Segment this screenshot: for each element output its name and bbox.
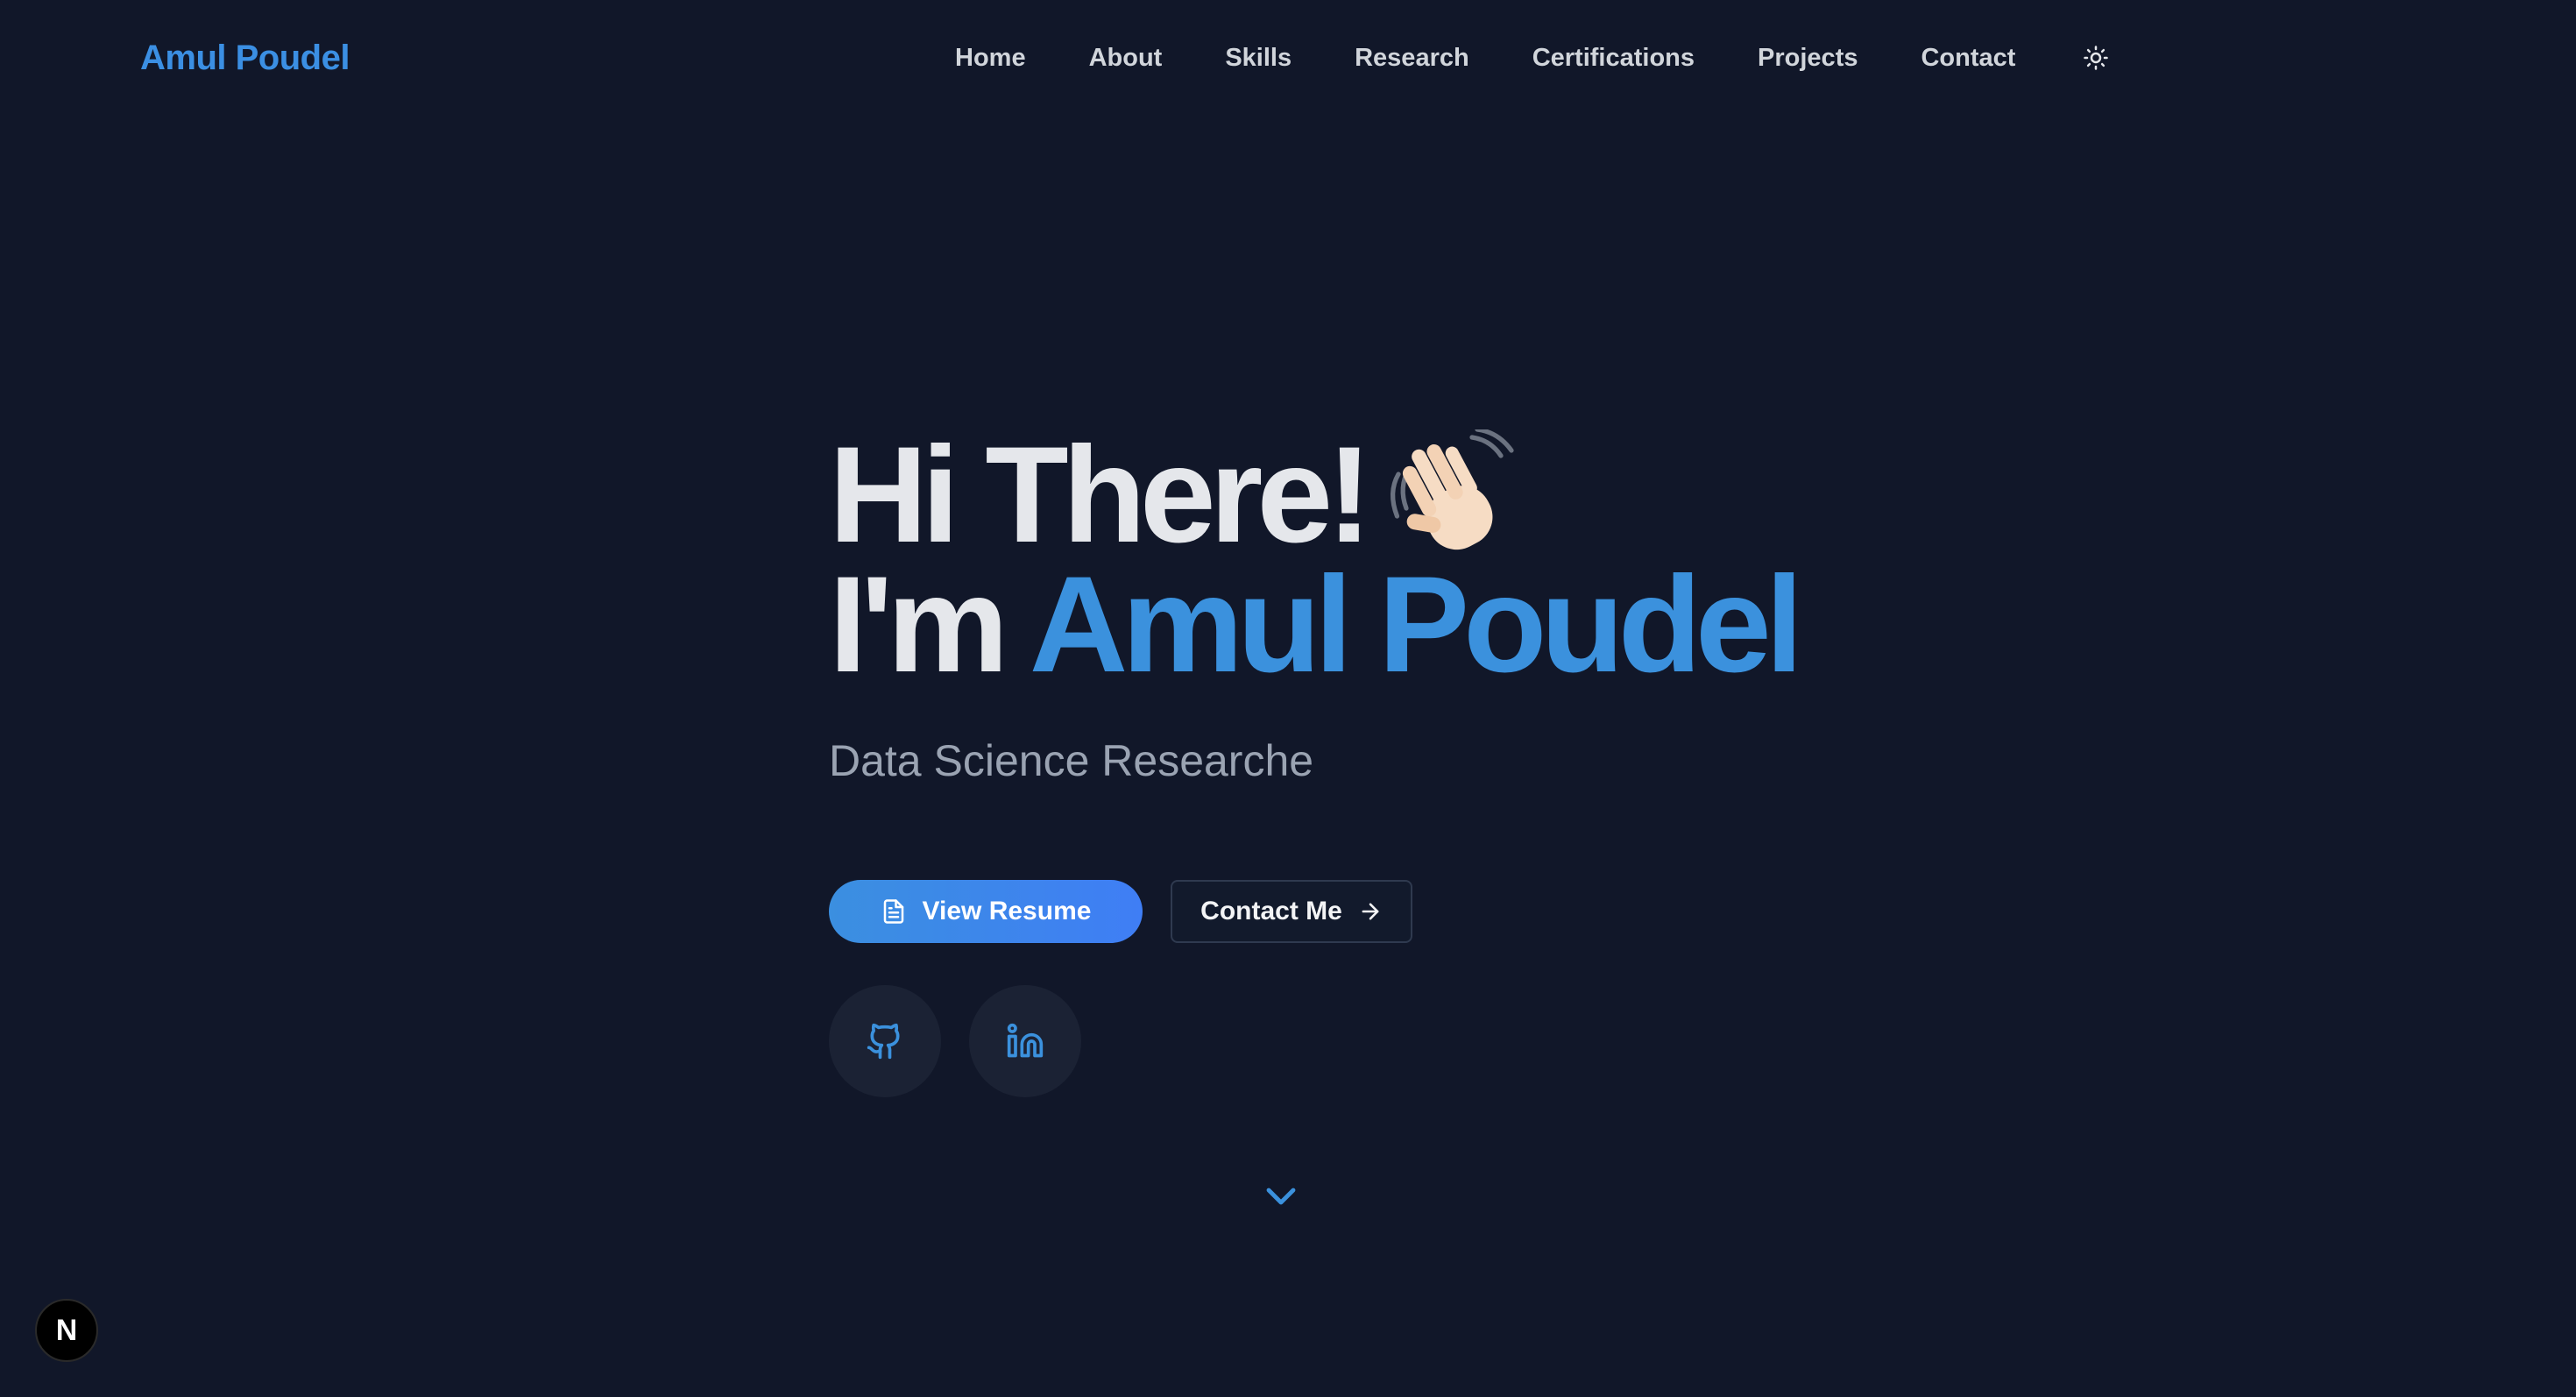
github-icon <box>867 1023 900 1060</box>
nextjs-icon: N <box>55 1313 78 1347</box>
nav-links: Home About Skills Research Certification… <box>955 39 2115 77</box>
nav-item-certifications[interactable]: Certifications <box>1532 39 1695 77</box>
hero-section: Hi There! I'm Amul Poudel Data Science R… <box>829 427 1880 787</box>
social-links <box>829 985 1109 1097</box>
chevron-down-icon <box>1266 1188 1296 1205</box>
greeting-line: Hi There! <box>829 427 1880 564</box>
scroll-down-button[interactable] <box>1260 1174 1302 1216</box>
waving-hand-icon <box>1391 429 1514 550</box>
github-link[interactable] <box>829 985 941 1097</box>
navbar: Amul Poudel Home About Skills Research C… <box>0 0 2576 116</box>
nextjs-dev-badge[interactable]: N <box>35 1299 98 1362</box>
document-icon <box>883 899 903 924</box>
nav-item-projects[interactable]: Projects <box>1758 39 1858 77</box>
view-resume-label: View Resume <box>922 897 1092 925</box>
nav-item-contact[interactable]: Contact <box>1921 39 2015 77</box>
nav-item-research[interactable]: Research <box>1355 39 1469 77</box>
linkedin-link[interactable] <box>969 985 1081 1097</box>
brand-logo[interactable]: Amul Poudel <box>140 35 350 81</box>
nav-item-skills[interactable]: Skills <box>1225 39 1292 77</box>
hero-actions: View Resume Contact Me <box>829 880 1412 943</box>
sun-icon <box>2084 46 2109 70</box>
hero-subtitle: Data Science Researche <box>829 736 1314 785</box>
nav-item-about[interactable]: About <box>1089 39 1163 77</box>
nav-item-home[interactable]: Home <box>955 39 1026 77</box>
linkedin-icon <box>1007 1023 1044 1058</box>
view-resume-button[interactable]: View Resume <box>829 880 1143 943</box>
contact-me-button[interactable]: Contact Me <box>1171 880 1412 943</box>
intro-prefix: I'm <box>829 549 1008 701</box>
theme-toggle-button[interactable] <box>2077 39 2115 77</box>
hero-name: Amul Poudel <box>1029 549 1803 701</box>
contact-me-label: Contact Me <box>1200 897 1342 925</box>
arrow-right-icon <box>1362 903 1379 920</box>
name-line: I'm Amul Poudel <box>829 557 1880 693</box>
hero-headline: Hi There! I'm Amul Poudel <box>829 427 1880 693</box>
